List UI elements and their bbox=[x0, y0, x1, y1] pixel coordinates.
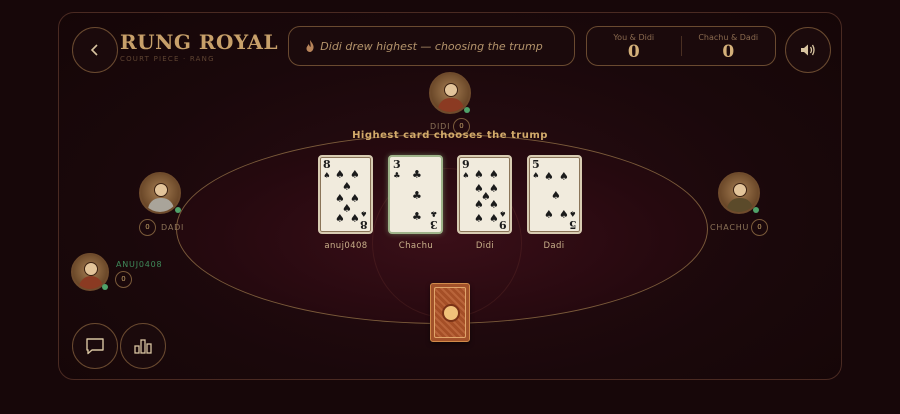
club-pip: ♣ bbox=[412, 168, 422, 181]
card-corner: 5 ♠ bbox=[569, 209, 577, 231]
scoreboard: You & Didi 0 Chachu & Dadi 0 bbox=[586, 26, 776, 66]
team-b-score: Chachu & Dadi 0 bbox=[682, 27, 776, 65]
spade-pip: ♠ bbox=[342, 180, 352, 193]
team-a-score: You & Didi 0 bbox=[587, 27, 681, 65]
spade-pip: ♠ bbox=[551, 189, 561, 202]
card-corner: 9 ♠ bbox=[462, 159, 470, 180]
card-back-icon bbox=[442, 304, 460, 322]
card-corner: 8 ♠ bbox=[323, 159, 331, 180]
chevron-left-icon bbox=[90, 44, 98, 56]
player-tricks-dadi: 0 bbox=[139, 219, 156, 236]
flame-icon bbox=[306, 40, 314, 52]
avatar-body bbox=[727, 198, 753, 212]
avatar-head bbox=[733, 183, 747, 197]
game-title: RUNG ROYAL bbox=[120, 30, 279, 54]
avatar-head bbox=[154, 183, 168, 197]
spade-pip: ♠ bbox=[350, 212, 360, 225]
status-message: Didi drew highest — choosing the trump bbox=[320, 39, 543, 53]
avatar-head bbox=[84, 262, 98, 276]
card-rank: 9 bbox=[499, 218, 507, 231]
player-tricks-self: 0 bbox=[115, 271, 132, 288]
bar-chart-icon bbox=[134, 339, 152, 354]
game-logo: RUNG ROYAL COURT PIECE · RANG bbox=[120, 30, 278, 63]
avatar-body bbox=[148, 198, 174, 212]
card-suit: ♠ bbox=[569, 209, 577, 219]
card-suit: ♠ bbox=[499, 209, 507, 219]
game-subtitle: COURT PIECE · RANG bbox=[120, 55, 215, 63]
team-a-value: 0 bbox=[627, 42, 640, 62]
team-b-label: Chachu & Dadi bbox=[698, 33, 759, 42]
spade-pip: ♠ bbox=[335, 168, 345, 181]
card-corner: 5 ♠ bbox=[532, 159, 540, 180]
drawn-card-player-3: Didi bbox=[475, 241, 495, 251]
back-button[interactable] bbox=[72, 27, 118, 73]
spade-pip: ♠ bbox=[559, 170, 569, 183]
stats-button[interactable] bbox=[120, 323, 166, 369]
spade-pip: ♠ bbox=[335, 212, 345, 225]
card-corner: 8 ♠ bbox=[360, 209, 368, 231]
drawn-card-4: 5 ♠ 5 ♠ ♠ ♠ ♠ ♠ ♠ bbox=[527, 155, 582, 234]
chat-button[interactable] bbox=[72, 323, 118, 369]
online-indicator bbox=[753, 207, 759, 213]
avatar-head bbox=[444, 83, 458, 97]
status-bar: Didi drew highest — choosing the trump bbox=[288, 26, 575, 66]
spade-pip: ♠ bbox=[544, 208, 554, 221]
card-corner: 3 ♣ bbox=[430, 209, 438, 231]
online-indicator bbox=[102, 284, 108, 290]
card-rank: 5 bbox=[569, 218, 577, 231]
player-name-self: ANUJ0408 bbox=[116, 260, 163, 269]
drawn-card-player-1: anuj0408 bbox=[324, 241, 368, 251]
card-suit: ♠ bbox=[462, 170, 470, 180]
drawn-card-2: 3 ♣ 3 ♣ ♣ ♣ ♣ bbox=[388, 155, 443, 234]
card-deck[interactable] bbox=[430, 283, 470, 342]
card-suit: ♣ bbox=[430, 209, 438, 219]
spade-pip: ♠ bbox=[474, 212, 484, 225]
speaker-icon bbox=[801, 44, 815, 56]
card-corner: 9 ♠ bbox=[499, 209, 507, 231]
drawn-card-player-4: Dadi bbox=[543, 241, 565, 251]
spade-pip: ♠ bbox=[489, 198, 499, 211]
player-tricks-chachu: 0 bbox=[751, 219, 768, 236]
card-suit: ♣ bbox=[393, 170, 401, 180]
sound-button[interactable] bbox=[785, 27, 831, 73]
spade-pip: ♠ bbox=[489, 212, 499, 225]
card-rank: 3 bbox=[430, 218, 438, 231]
player-name-dadi: DADI bbox=[161, 223, 185, 232]
player-name-chachu: CHACHU bbox=[710, 223, 750, 232]
table-caption: Highest card chooses the trump bbox=[352, 130, 548, 141]
team-a-label: You & Didi bbox=[613, 33, 655, 42]
spade-pip: ♠ bbox=[350, 168, 360, 181]
card-corner: 3 ♣ bbox=[393, 159, 401, 180]
card-suit: ♠ bbox=[532, 170, 540, 180]
card-suit: ♠ bbox=[323, 170, 331, 180]
chat-icon bbox=[86, 338, 104, 355]
drawn-card-3: 9 ♠ 9 ♠ ♠ ♠ ♠ ♠ ♠ ♠ ♠ ♠ ♠ bbox=[457, 155, 512, 234]
club-pip: ♣ bbox=[412, 210, 422, 223]
avatar-body bbox=[438, 98, 464, 112]
online-indicator bbox=[175, 207, 181, 213]
drawn-card-1: 8 ♠ 8 ♠ ♠ ♠ ♠ ♠ ♠ ♠ ♠ ♠ bbox=[318, 155, 373, 234]
online-indicator bbox=[464, 107, 470, 113]
spade-pip: ♠ bbox=[474, 198, 484, 211]
avatar-body bbox=[79, 276, 103, 289]
team-b-value: 0 bbox=[722, 42, 735, 62]
club-pip: ♣ bbox=[412, 189, 422, 202]
spade-pip: ♠ bbox=[474, 168, 484, 181]
spade-pip: ♠ bbox=[489, 168, 499, 181]
spade-pip: ♠ bbox=[544, 170, 554, 183]
card-rank: 8 bbox=[360, 218, 368, 231]
card-suit: ♠ bbox=[360, 209, 368, 219]
spade-pip: ♠ bbox=[559, 208, 569, 221]
drawn-card-player-2: Chachu bbox=[398, 241, 434, 251]
